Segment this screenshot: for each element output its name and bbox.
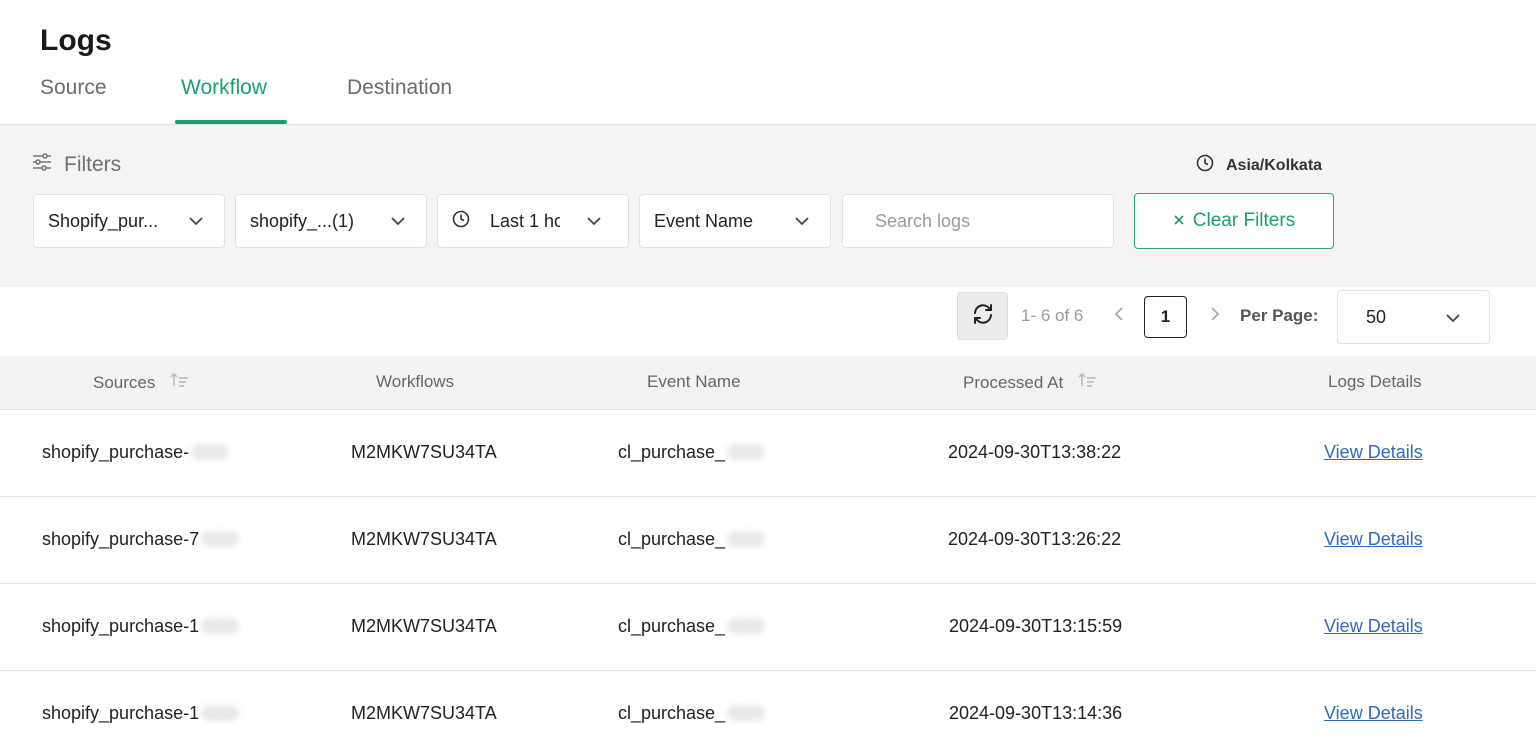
- view-details-link[interactable]: View Details: [1324, 616, 1423, 637]
- column-logs-details: Logs Details: [1328, 372, 1422, 392]
- clear-filters-button[interactable]: Clear Filters: [1134, 193, 1334, 249]
- view-details-link[interactable]: View Details: [1324, 442, 1423, 463]
- column-sources[interactable]: Sources: [93, 372, 189, 393]
- refresh-button[interactable]: [957, 292, 1008, 340]
- time-range-value: Last 1 ho...: [490, 210, 560, 231]
- clock-icon: [1196, 154, 1214, 177]
- processed-at-cell: 2024-09-30T13:26:22: [948, 529, 1122, 549]
- event-cell: cl_purchase_: [618, 529, 766, 550]
- source-text: shopify_purchase-7: [42, 529, 200, 549]
- filters-heading: Filters: [32, 153, 121, 177]
- chevron-down-icon: [580, 216, 608, 226]
- column-event-name-label: Event Name: [647, 372, 741, 391]
- sort-icon[interactable]: [169, 372, 189, 393]
- sliders-icon: [32, 153, 52, 177]
- table-row: shopify_purchase- M2MKW7SU34TA cl_purcha…: [0, 410, 1536, 497]
- workflow-cell: M2MKW7SU34TA: [351, 703, 497, 723]
- column-workflows-label: Workflows: [376, 372, 455, 391]
- redacted-mask: [727, 531, 766, 547]
- event-text: cl_purchase_: [618, 529, 726, 549]
- tab-workflow[interactable]: Workflow: [181, 76, 267, 100]
- view-details-link[interactable]: View Details: [1324, 703, 1423, 724]
- column-logs-details-label: Logs Details: [1328, 372, 1422, 391]
- timezone-label: Asia/Kolkata: [1226, 156, 1323, 174]
- redacted-mask: [191, 444, 230, 460]
- clock-icon: [452, 210, 470, 233]
- processed-at-cell: 2024-09-30T13:14:36: [949, 703, 1123, 723]
- redacted-mask: [727, 618, 766, 634]
- workflow-filter-value: shopify_...(1): [250, 210, 355, 231]
- active-tab-indicator: [175, 120, 287, 124]
- workflow-cell: M2MKW7SU34TA: [351, 529, 497, 549]
- redacted-mask: [727, 444, 766, 460]
- refresh-icon: [971, 302, 995, 331]
- source-filter-select[interactable]: Shopify_pur...: [33, 194, 225, 248]
- workflow-cell: M2MKW7SU34TA: [351, 616, 497, 636]
- tab-source[interactable]: Source: [40, 76, 107, 100]
- per-page-select[interactable]: 50: [1337, 290, 1490, 344]
- event-name-value: Event Name: [654, 210, 754, 231]
- table-row: shopify_purchase-7 M2MKW7SU34TA cl_purch…: [0, 497, 1536, 584]
- event-cell: cl_purchase_: [618, 703, 766, 724]
- chevron-down-icon: [384, 216, 412, 226]
- processed-at-cell: 2024-09-30T13:15:59: [949, 616, 1123, 636]
- event-text: cl_purchase_: [618, 616, 726, 636]
- tab-destination[interactable]: Destination: [347, 76, 452, 100]
- table-row: shopify_purchase-1 M2MKW7SU34TA cl_purch…: [0, 584, 1536, 671]
- event-text: cl_purchase_: [618, 442, 726, 462]
- event-text: cl_purchase_: [618, 703, 726, 723]
- redacted-mask: [201, 705, 240, 721]
- redacted-mask: [201, 618, 240, 634]
- source-filter-value: Shopify_pur...: [48, 210, 159, 231]
- per-page-label: Per Page:: [1240, 306, 1319, 325]
- chevron-right-icon: [1210, 306, 1220, 327]
- chevron-down-icon: [788, 216, 816, 226]
- source-text: shopify_purchase-1: [42, 703, 200, 723]
- event-cell: cl_purchase_: [618, 616, 766, 637]
- source-cell: shopify_purchase-1: [42, 703, 240, 724]
- chevron-left-icon: [1114, 306, 1124, 327]
- view-details-link[interactable]: View Details: [1324, 529, 1423, 550]
- source-cell: shopify_purchase-7: [42, 529, 240, 550]
- filter-panel: Filters Asia/Kolkata Shopify_pur... shop…: [0, 125, 1536, 287]
- redacted-mask: [201, 531, 240, 547]
- filters-label: Filters: [64, 153, 122, 176]
- prev-page-button[interactable]: [1110, 305, 1128, 327]
- processed-at-cell: 2024-09-30T13:38:22: [948, 442, 1122, 462]
- timezone-indicator: Asia/Kolkata: [1196, 154, 1322, 177]
- column-processed-at[interactable]: Processed At: [963, 372, 1097, 393]
- column-processed-at-label: Processed At: [963, 372, 1064, 392]
- source-text: shopify_purchase-1: [42, 616, 200, 636]
- workflow-cell: M2MKW7SU34TA: [351, 442, 497, 462]
- column-workflows: Workflows: [376, 372, 454, 392]
- time-range-select[interactable]: Last 1 ho...: [437, 194, 629, 248]
- pagination-range: 1- 6 of 6: [1021, 306, 1084, 325]
- source-text: shopify_purchase-: [42, 442, 190, 462]
- next-page-button[interactable]: [1206, 305, 1224, 327]
- per-page-value: 50: [1366, 306, 1387, 327]
- sort-icon[interactable]: [1077, 372, 1097, 393]
- close-icon: [1173, 210, 1185, 232]
- column-sources-label: Sources: [93, 372, 156, 392]
- tab-bar: Source Workflow Destination: [0, 72, 1536, 125]
- table-header: Sources Workflows Event Name Processed A…: [0, 356, 1536, 410]
- search-logs-input[interactable]: [842, 194, 1114, 248]
- source-cell: shopify_purchase-: [42, 442, 230, 463]
- source-cell: shopify_purchase-1: [42, 616, 240, 637]
- event-name-select[interactable]: Event Name: [639, 194, 831, 248]
- current-page-button[interactable]: 1: [1144, 296, 1187, 338]
- clear-filters-label: Clear Filters: [1192, 210, 1296, 231]
- event-cell: cl_purchase_: [618, 442, 766, 463]
- chevron-down-icon: [182, 216, 210, 226]
- column-event-name: Event Name: [647, 372, 741, 392]
- workflow-filter-select[interactable]: shopify_...(1): [235, 194, 427, 248]
- chevron-down-icon: [1445, 307, 1461, 328]
- redacted-mask: [727, 705, 766, 721]
- table-row: shopify_purchase-1 M2MKW7SU34TA cl_purch…: [0, 671, 1536, 756]
- page-title: Logs: [40, 24, 112, 57]
